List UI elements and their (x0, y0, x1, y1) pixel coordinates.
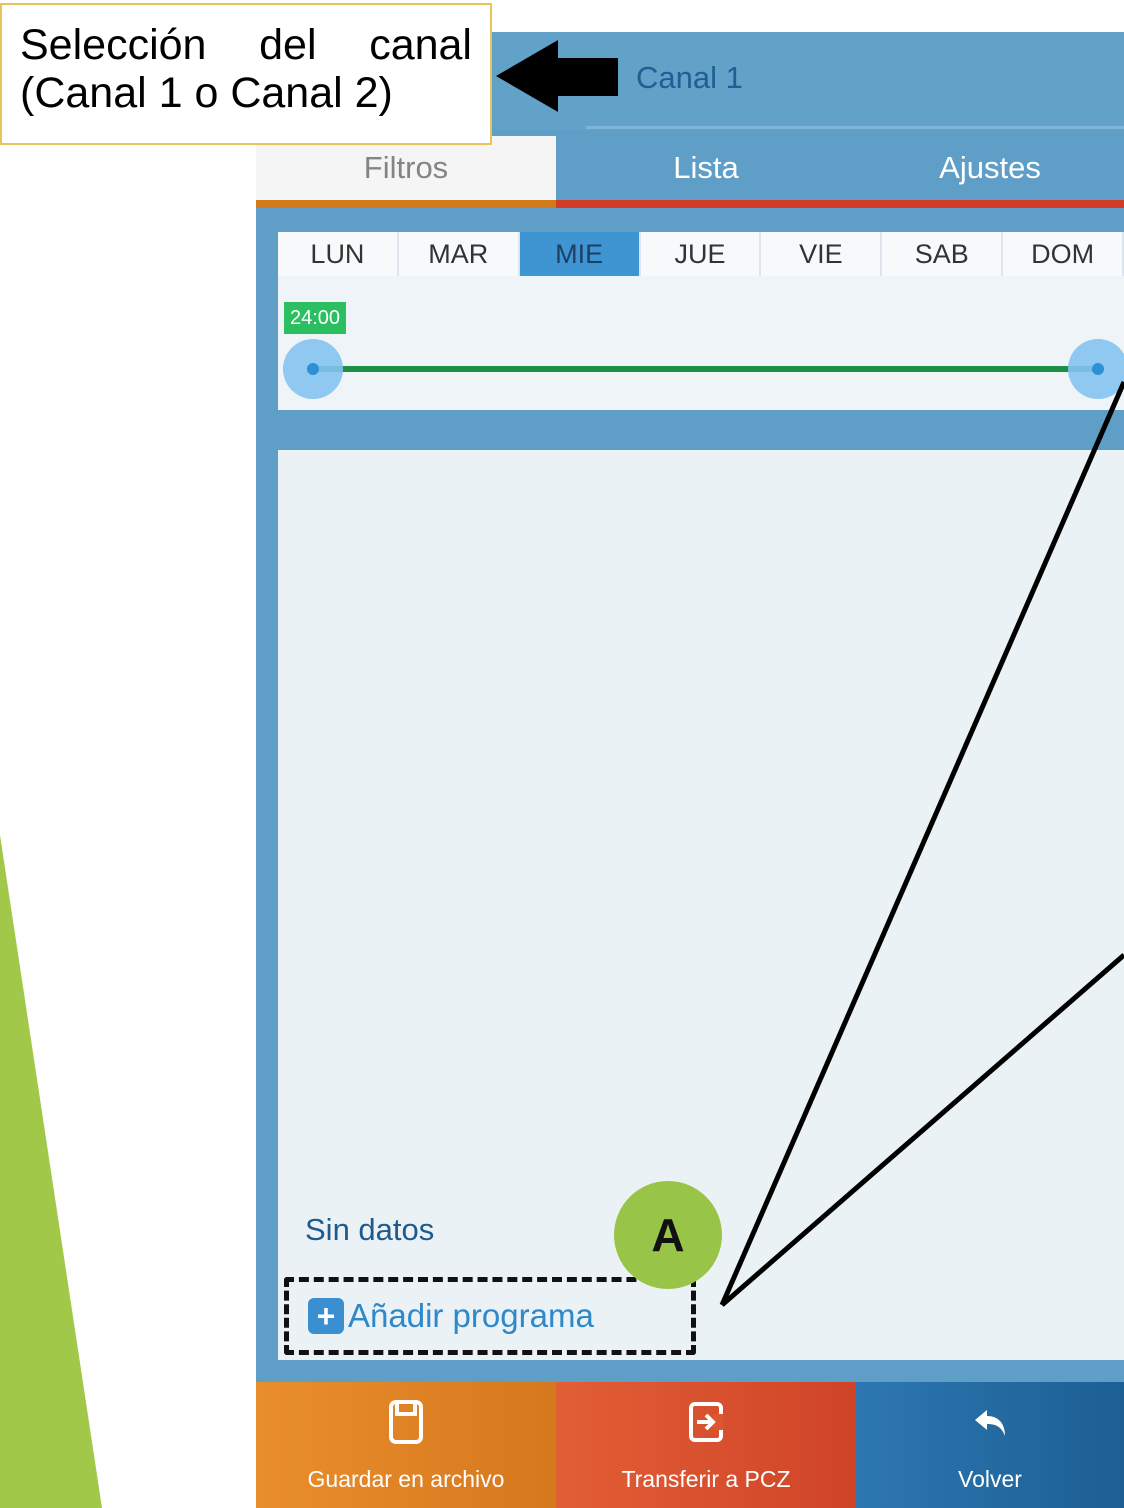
channel-annotation-box: Selección del canal (Canal 1 o Canal 2) (0, 3, 492, 145)
transfer-to-pcz-button[interactable]: Transferir a PCZ (556, 1382, 856, 1508)
transfer-label: Transferir a PCZ (621, 1466, 791, 1492)
annotation-word-1: Selección (20, 21, 207, 69)
day-lun[interactable]: LUN (278, 232, 399, 276)
day-dom[interactable]: DOM (1003, 232, 1124, 276)
reply-arrow-icon (975, 1410, 1005, 1436)
day-mar[interactable]: MAR (399, 232, 520, 276)
annotation-line-1: Selección del canal (20, 21, 472, 69)
day-mie[interactable]: MIE (519, 232, 641, 276)
add-program-highlight (284, 1277, 696, 1355)
floppy-disk-icon (389, 1400, 423, 1444)
time-badge: 24:00 (284, 302, 347, 334)
channel-underline (586, 126, 1124, 129)
save-to-file-button[interactable]: Guardar en archivo (256, 1382, 556, 1508)
save-label: Guardar en archivo (307, 1466, 505, 1492)
annotation-line-2: (Canal 1 o Canal 2) (20, 69, 393, 117)
time-range-track[interactable] (314, 366, 1100, 372)
day-selector: LUN MAR MIE JUE VIE SAB DOM (278, 232, 1124, 276)
back-label: Volver (958, 1466, 1022, 1492)
decorative-green-wedge (0, 835, 102, 1508)
bottom-bar: Guardar en archivo Transferir a PCZ Volv… (256, 1382, 1124, 1508)
tab-filtros[interactable]: Filtros (256, 136, 556, 208)
callout-marker-a: A (614, 1181, 722, 1289)
day-sab[interactable]: SAB (882, 232, 1004, 276)
tab-bar: Filtros Lista Ajustes (256, 136, 1124, 208)
channel-label[interactable]: Canal 1 (636, 60, 743, 96)
range-start-handle[interactable] (283, 339, 343, 399)
day-vie[interactable]: VIE (761, 232, 883, 276)
timeline-panel: LUN MAR MIE JUE VIE SAB DOM 24:00 (278, 232, 1124, 410)
empty-message: Sin datos (305, 1212, 435, 1247)
annotation-word-2: del (259, 21, 317, 69)
tab-lista[interactable]: Lista (556, 136, 856, 208)
back-button[interactable]: Volver (856, 1382, 1124, 1508)
tab-ajustes[interactable]: Ajustes (856, 136, 1124, 208)
annotation-word-3: canal (369, 21, 472, 69)
export-arrow-icon (689, 1402, 723, 1442)
range-end-handle[interactable] (1068, 339, 1124, 399)
day-jue[interactable]: JUE (641, 232, 762, 276)
